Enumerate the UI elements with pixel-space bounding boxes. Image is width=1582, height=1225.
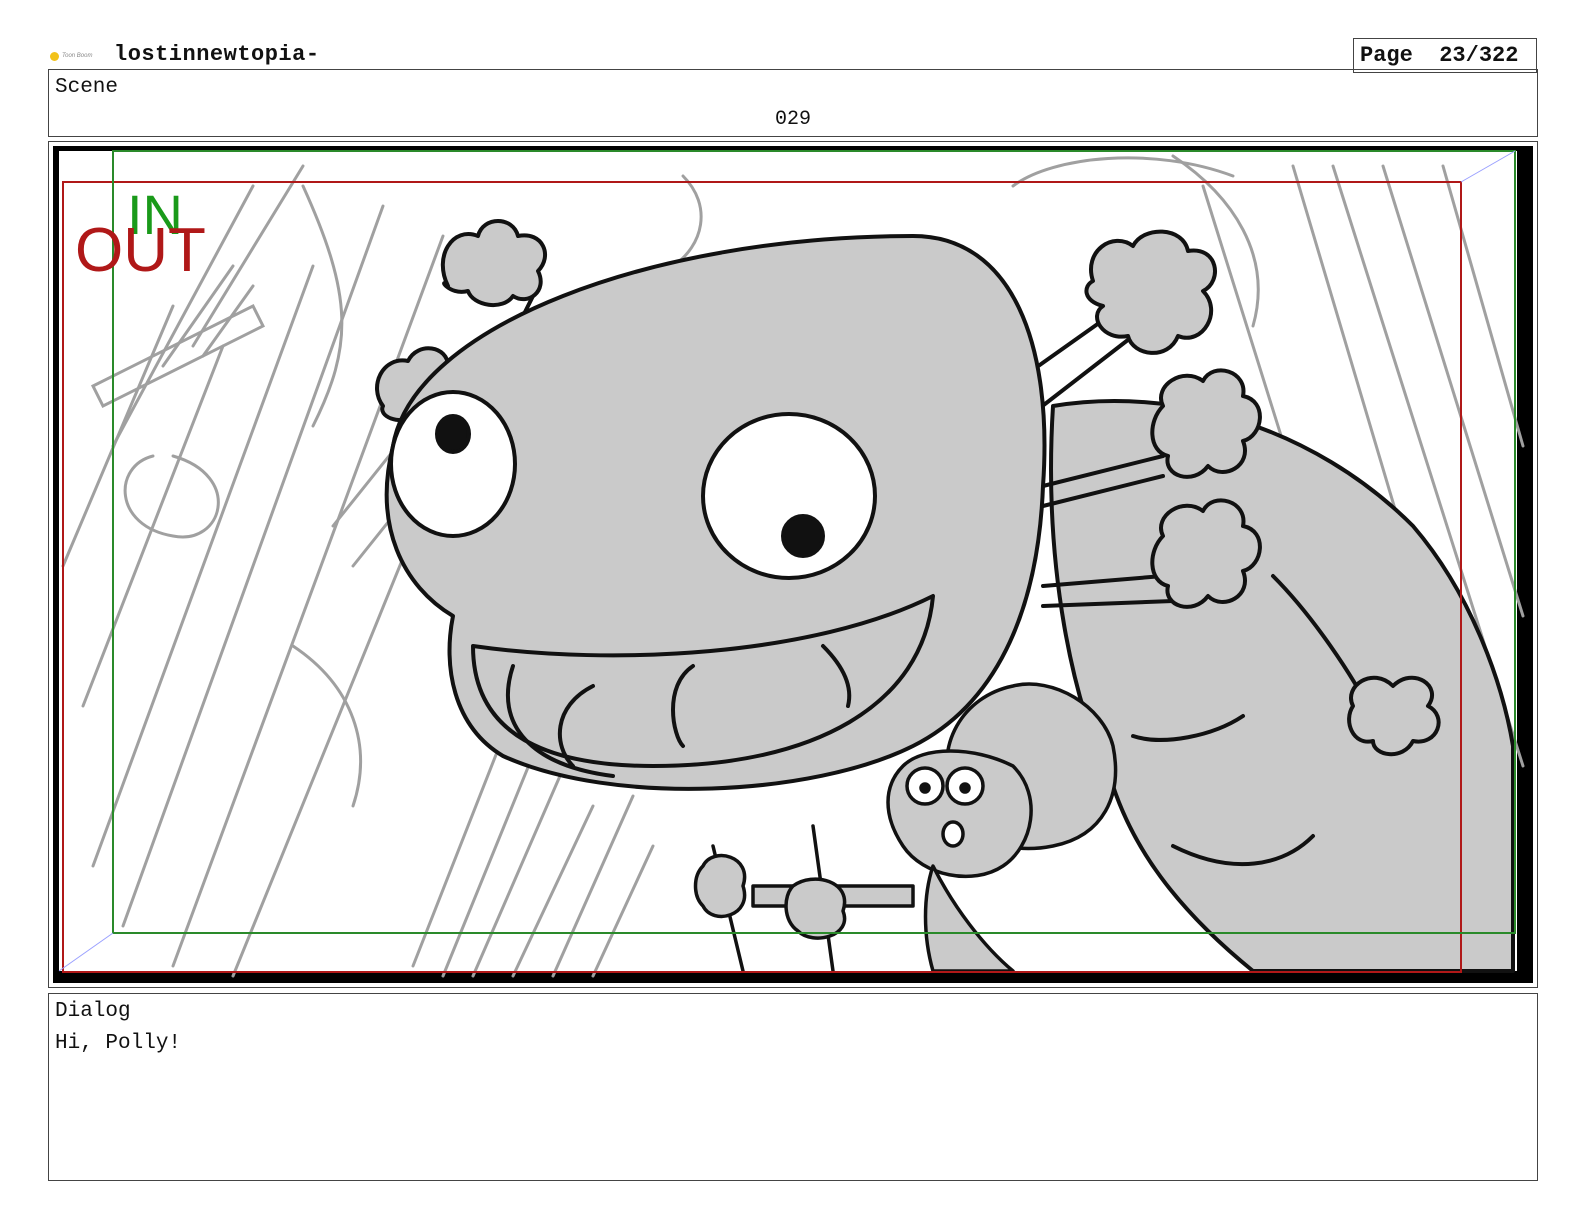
toon-boom-logo: Toon Boom [50, 49, 98, 63]
storyboard-panel: IN OUT [48, 141, 1538, 988]
sun-icon [50, 51, 59, 61]
scene-label: Scene [55, 76, 119, 99]
dialog-box: Dialog Hi, Polly! [48, 993, 1538, 1181]
dialog-text: Hi, Polly! [55, 1032, 182, 1055]
scene-box: Scene 029 [48, 69, 1538, 137]
scene-number: 029 [774, 108, 811, 131]
dialog-label: Dialog [55, 1000, 131, 1023]
logo-text: Toon Boom [62, 53, 93, 59]
page-counter: Page 23/322 [1353, 38, 1537, 73]
project-title: lostinnewtopia- [114, 42, 320, 67]
out-marker: OUT [75, 216, 206, 285]
panel-drawing: IN OUT [53, 146, 1533, 983]
